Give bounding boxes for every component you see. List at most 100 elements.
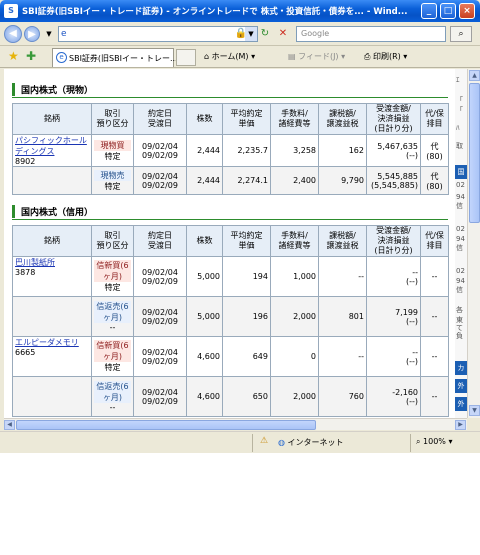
column-header-line: 排目: [426, 119, 443, 128]
add-favorite-icon[interactable]: ✚: [26, 49, 36, 63]
search-placeholder: Google: [301, 29, 330, 38]
side-panel-text: 「: [456, 106, 463, 114]
close-button[interactable]: ×: [459, 3, 475, 19]
margin-table: 銘柄 取引 預り区分 約定日 受渡日 株数 平均約定 単価 手数料/諸経費等 課税額/譲渡益税 受渡…: [12, 225, 449, 417]
column-header-line: 銘柄: [44, 114, 60, 123]
column-header-line: (日計り分): [374, 124, 413, 133]
amount-value: (--): [405, 396, 418, 406]
price-cell: 2,235.7: [222, 134, 271, 167]
trade-date: 09/02/04: [142, 141, 178, 151]
lock-icon[interactable]: 🔒: [234, 27, 248, 41]
column-header-line: 銘柄: [44, 236, 60, 245]
side-panel-text: 信: [456, 286, 463, 294]
side-panel-text: 各: [456, 306, 463, 314]
side-panel-button[interactable]: 国: [455, 165, 467, 179]
trade-type-cell: 信返売(6ヶ月) --: [91, 376, 134, 417]
column-header: 代/保 排目: [420, 103, 449, 135]
misc-cell: 代 (80): [420, 134, 449, 167]
side-panel-text: 02: [456, 181, 465, 189]
favorites-star-icon[interactable]: ★: [8, 49, 19, 63]
stop-icon[interactable]: ✕: [276, 27, 290, 41]
stock-code: 3878: [15, 268, 36, 277]
column-header-line: 譲渡益税: [326, 241, 359, 250]
side-panel-button[interactable]: カ: [455, 361, 467, 375]
fee-cell: 3,258: [270, 134, 319, 167]
minimize-button[interactable]: _: [421, 3, 437, 19]
fee-cell: 2,000: [270, 296, 319, 337]
table-row: 巴川製紙所 3878 信新買(6ヶ月) 特定 09/02/04 09/02/09 5,000…: [12, 256, 449, 297]
feed-button[interactable]: ▤ フィード(J) ▾: [288, 51, 345, 62]
tab-title: SBI証券(旧SBIイー・トレー...: [69, 54, 178, 63]
address-field[interactable]: e ▼: [58, 26, 258, 42]
globe-icon: ◍: [278, 438, 288, 447]
side-panel-text: 負: [456, 332, 463, 340]
refresh-icon[interactable]: ↻: [258, 27, 272, 41]
side-panel-button[interactable]: 外: [455, 397, 467, 411]
horizontal-scroll-thumb[interactable]: [16, 420, 316, 430]
recent-pages-icon[interactable]: ▼: [42, 27, 56, 41]
column-header-line: 課税額/: [329, 109, 356, 118]
column-header-line: 預り区分: [96, 119, 129, 128]
stock-name-cell: [12, 166, 92, 195]
trade-type: 信新買(6ヶ月): [94, 340, 131, 362]
scroll-left-icon[interactable]: ◀: [4, 420, 15, 430]
scroll-down-icon[interactable]: ▼: [469, 405, 480, 416]
print-button[interactable]: ⎙ 印刷(R) ▾: [364, 51, 407, 62]
tab-row: ★ ✚ e SBI証券(旧SBIイー・トレー... ⌂ ホーム(M) ▾ ▤ フ…: [0, 46, 480, 68]
feed-icon: ▤: [288, 52, 299, 61]
zoom-control[interactable]: ⌕ 100% ▾: [416, 437, 452, 447]
amount-cell: 5,545,885 (5,545,885): [366, 166, 421, 195]
new-tab-button[interactable]: [176, 49, 196, 66]
vertical-scrollbar[interactable]: ▲ ▼: [467, 69, 480, 418]
home-icon: ⌂: [204, 52, 212, 61]
column-header: 取引 預り区分: [91, 103, 134, 135]
trade-date: 09/02/09: [142, 276, 178, 286]
tax-cell: --: [318, 336, 367, 377]
tab-sbi[interactable]: e SBI証券(旧SBIイー・トレー...: [52, 48, 178, 67]
column-header: 受渡金額/決済損益 (日計り分): [366, 225, 421, 257]
maximize-button[interactable]: □: [440, 3, 456, 19]
stock-code: 6665: [15, 348, 36, 357]
back-button[interactable]: ◀: [4, 25, 22, 43]
column-header: 取引 預り区分: [91, 225, 134, 257]
side-panel-text: 信: [456, 202, 463, 210]
security-zone-icon: ⚠: [260, 436, 269, 446]
price-cell: 650: [222, 376, 271, 417]
misc-value: --: [431, 352, 438, 361]
tax-cell: --: [318, 256, 367, 297]
stock-name-link[interactable]: エルピーダメモリ: [15, 338, 79, 347]
column-header-line: 受渡日: [148, 241, 172, 250]
column-header-line: 課税額/: [329, 231, 356, 240]
side-panel-button[interactable]: 外: [455, 379, 467, 393]
horizontal-scrollbar[interactable]: ◀ ▶: [4, 418, 467, 430]
column-header-line: 手数料/: [281, 109, 308, 118]
window-title: SBI証券(旧SBIイー・トレード証券) - オンライントレードで 株式・投資信…: [22, 7, 408, 17]
misc-value: --: [431, 272, 438, 281]
trade-type: 信返売(6ヶ月): [94, 301, 131, 323]
misc-value: (80): [426, 181, 443, 191]
price-cell: 2,274.1: [222, 166, 271, 195]
scroll-right-icon[interactable]: ▶: [455, 420, 466, 430]
stock-name-link[interactable]: 巴川製紙所: [15, 258, 55, 267]
trade-date: 09/02/04: [142, 307, 178, 317]
table-row: 現物売 特定 09/02/04 09/02/09 2,444 2,274.1 2,400 9,…: [12, 166, 449, 195]
scroll-up-icon[interactable]: ▲: [469, 70, 480, 81]
trade-date: 09/02/09: [142, 356, 178, 366]
amount-cell: -- (--): [366, 336, 421, 377]
search-input[interactable]: Google: [296, 26, 446, 42]
vertical-scroll-thumb[interactable]: [469, 83, 480, 223]
right-side-panel: ｴ「「ﾊ取 02 94 信 02 94 信 02 94 信各東て負国カ外外: [455, 69, 467, 418]
account-type: 特定: [104, 283, 121, 292]
trade-date: 09/02/04: [142, 347, 178, 357]
price-cell: 649: [222, 336, 271, 377]
forward-button[interactable]: ▶: [24, 26, 40, 42]
search-button[interactable]: ⌕: [450, 26, 472, 42]
misc-value: 代: [430, 171, 439, 181]
tax-cell: 801: [318, 296, 367, 337]
column-header-line: 約定日: [148, 231, 172, 240]
amount-value: (--): [405, 150, 418, 160]
home-button[interactable]: ⌂ ホーム(M) ▾: [204, 51, 255, 62]
tax-cell: 760: [318, 376, 367, 417]
stock-name-link[interactable]: パシフィックホールディングス: [15, 136, 87, 156]
title-bar: S SBI証券(旧SBIイー・トレード証券) - オンライントレードで 株式・投…: [0, 0, 480, 22]
